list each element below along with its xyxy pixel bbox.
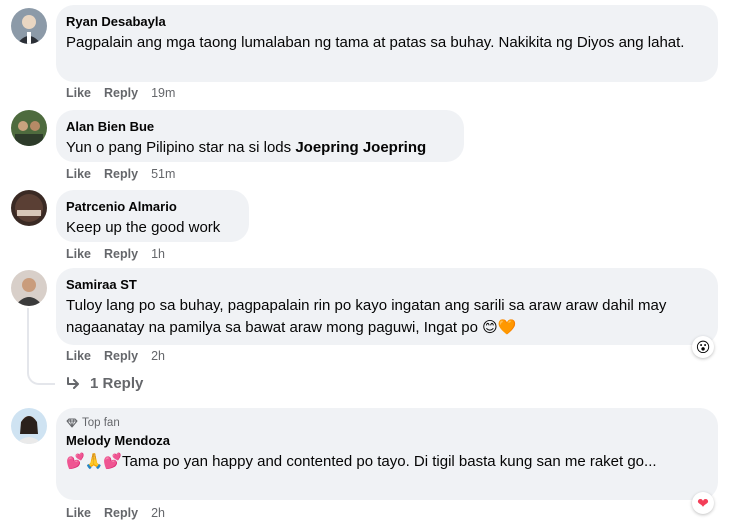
reply-button[interactable]: Reply bbox=[104, 86, 138, 100]
comment-actions: Like Reply 19m bbox=[66, 86, 175, 100]
comment-time[interactable]: 2h bbox=[151, 506, 165, 520]
comment-bubble: Alan Bien Bue Yun o pang Pilipino star n… bbox=[56, 110, 464, 162]
comment-time[interactable]: 1h bbox=[151, 247, 165, 261]
comment-text: 💕🙏💕Tama po yan happy and contented po ta… bbox=[66, 453, 657, 470]
comment-text-prefix: Yun o pang Pilipino star na si lods bbox=[66, 139, 296, 156]
reply-button[interactable]: Reply bbox=[104, 167, 138, 181]
wow-reaction-icon[interactable]: 😮 bbox=[692, 336, 714, 358]
reply-button[interactable]: Reply bbox=[104, 247, 138, 261]
thread-connector bbox=[27, 308, 55, 385]
comment-author[interactable]: Samiraa ST bbox=[66, 276, 706, 293]
love-reaction-glyph: ❤ bbox=[697, 494, 709, 511]
comment-actions: Like Reply 2h bbox=[66, 506, 165, 520]
comment-author[interactable]: Patrcenio Almario bbox=[66, 198, 237, 215]
comment-author[interactable]: Melody Mendoza bbox=[66, 432, 706, 449]
comment-bubble: Samiraa ST Tuloy lang po sa buhay, pagpa… bbox=[56, 268, 718, 345]
like-button[interactable]: Like bbox=[66, 506, 91, 520]
comment-time[interactable]: 19m bbox=[151, 86, 175, 100]
comment-text: Tuloy lang po sa buhay, pagpapalain rin … bbox=[66, 297, 667, 336]
comment-author[interactable]: Ryan Desabayla bbox=[66, 13, 706, 30]
comment-bubble: Top fan Melody Mendoza 💕🙏💕Tama po yan ha… bbox=[56, 408, 718, 500]
diamond-icon bbox=[66, 418, 78, 428]
like-button[interactable]: Like bbox=[66, 167, 91, 181]
avatar[interactable] bbox=[11, 110, 47, 146]
avatar[interactable] bbox=[11, 270, 47, 306]
reply-button[interactable]: Reply bbox=[104, 506, 138, 520]
comment-bubble: Patrcenio Almario Keep up the good work bbox=[56, 190, 249, 242]
comment-text: Yun o pang Pilipino star na si lods Joep… bbox=[66, 137, 452, 159]
avatar[interactable] bbox=[11, 190, 47, 226]
comment-author[interactable]: Alan Bien Bue bbox=[66, 118, 452, 135]
comment-actions: Like Reply 51m bbox=[66, 167, 175, 181]
like-button[interactable]: Like bbox=[66, 86, 91, 100]
comment-text: Pagpalain ang mga taong lumalaban ng tam… bbox=[66, 34, 685, 51]
top-fan-badge: Top fan bbox=[66, 416, 706, 430]
reply-button[interactable]: Reply bbox=[104, 349, 138, 363]
comment-time[interactable]: 51m bbox=[151, 167, 175, 181]
top-fan-label: Top fan bbox=[82, 417, 120, 429]
like-button[interactable]: Like bbox=[66, 349, 91, 363]
like-button[interactable]: Like bbox=[66, 247, 91, 261]
avatar[interactable] bbox=[11, 408, 47, 444]
mention-link[interactable]: Joepring Joepring bbox=[295, 139, 426, 156]
love-reaction-icon[interactable]: ❤ bbox=[692, 492, 714, 514]
reply-arrow-icon bbox=[67, 376, 79, 389]
comment-text: Keep up the good work bbox=[66, 219, 221, 236]
comment-actions: Like Reply 2h bbox=[66, 349, 165, 363]
view-replies-label[interactable]: 1 Reply bbox=[90, 375, 143, 392]
avatar[interactable] bbox=[11, 8, 47, 44]
comment-bubble: Ryan Desabayla Pagpalain ang mga taong l… bbox=[56, 5, 718, 82]
comment-time[interactable]: 2h bbox=[151, 349, 165, 363]
view-replies-link[interactable]: 1 Reply bbox=[66, 375, 143, 392]
comment-actions: Like Reply 1h bbox=[66, 247, 165, 261]
